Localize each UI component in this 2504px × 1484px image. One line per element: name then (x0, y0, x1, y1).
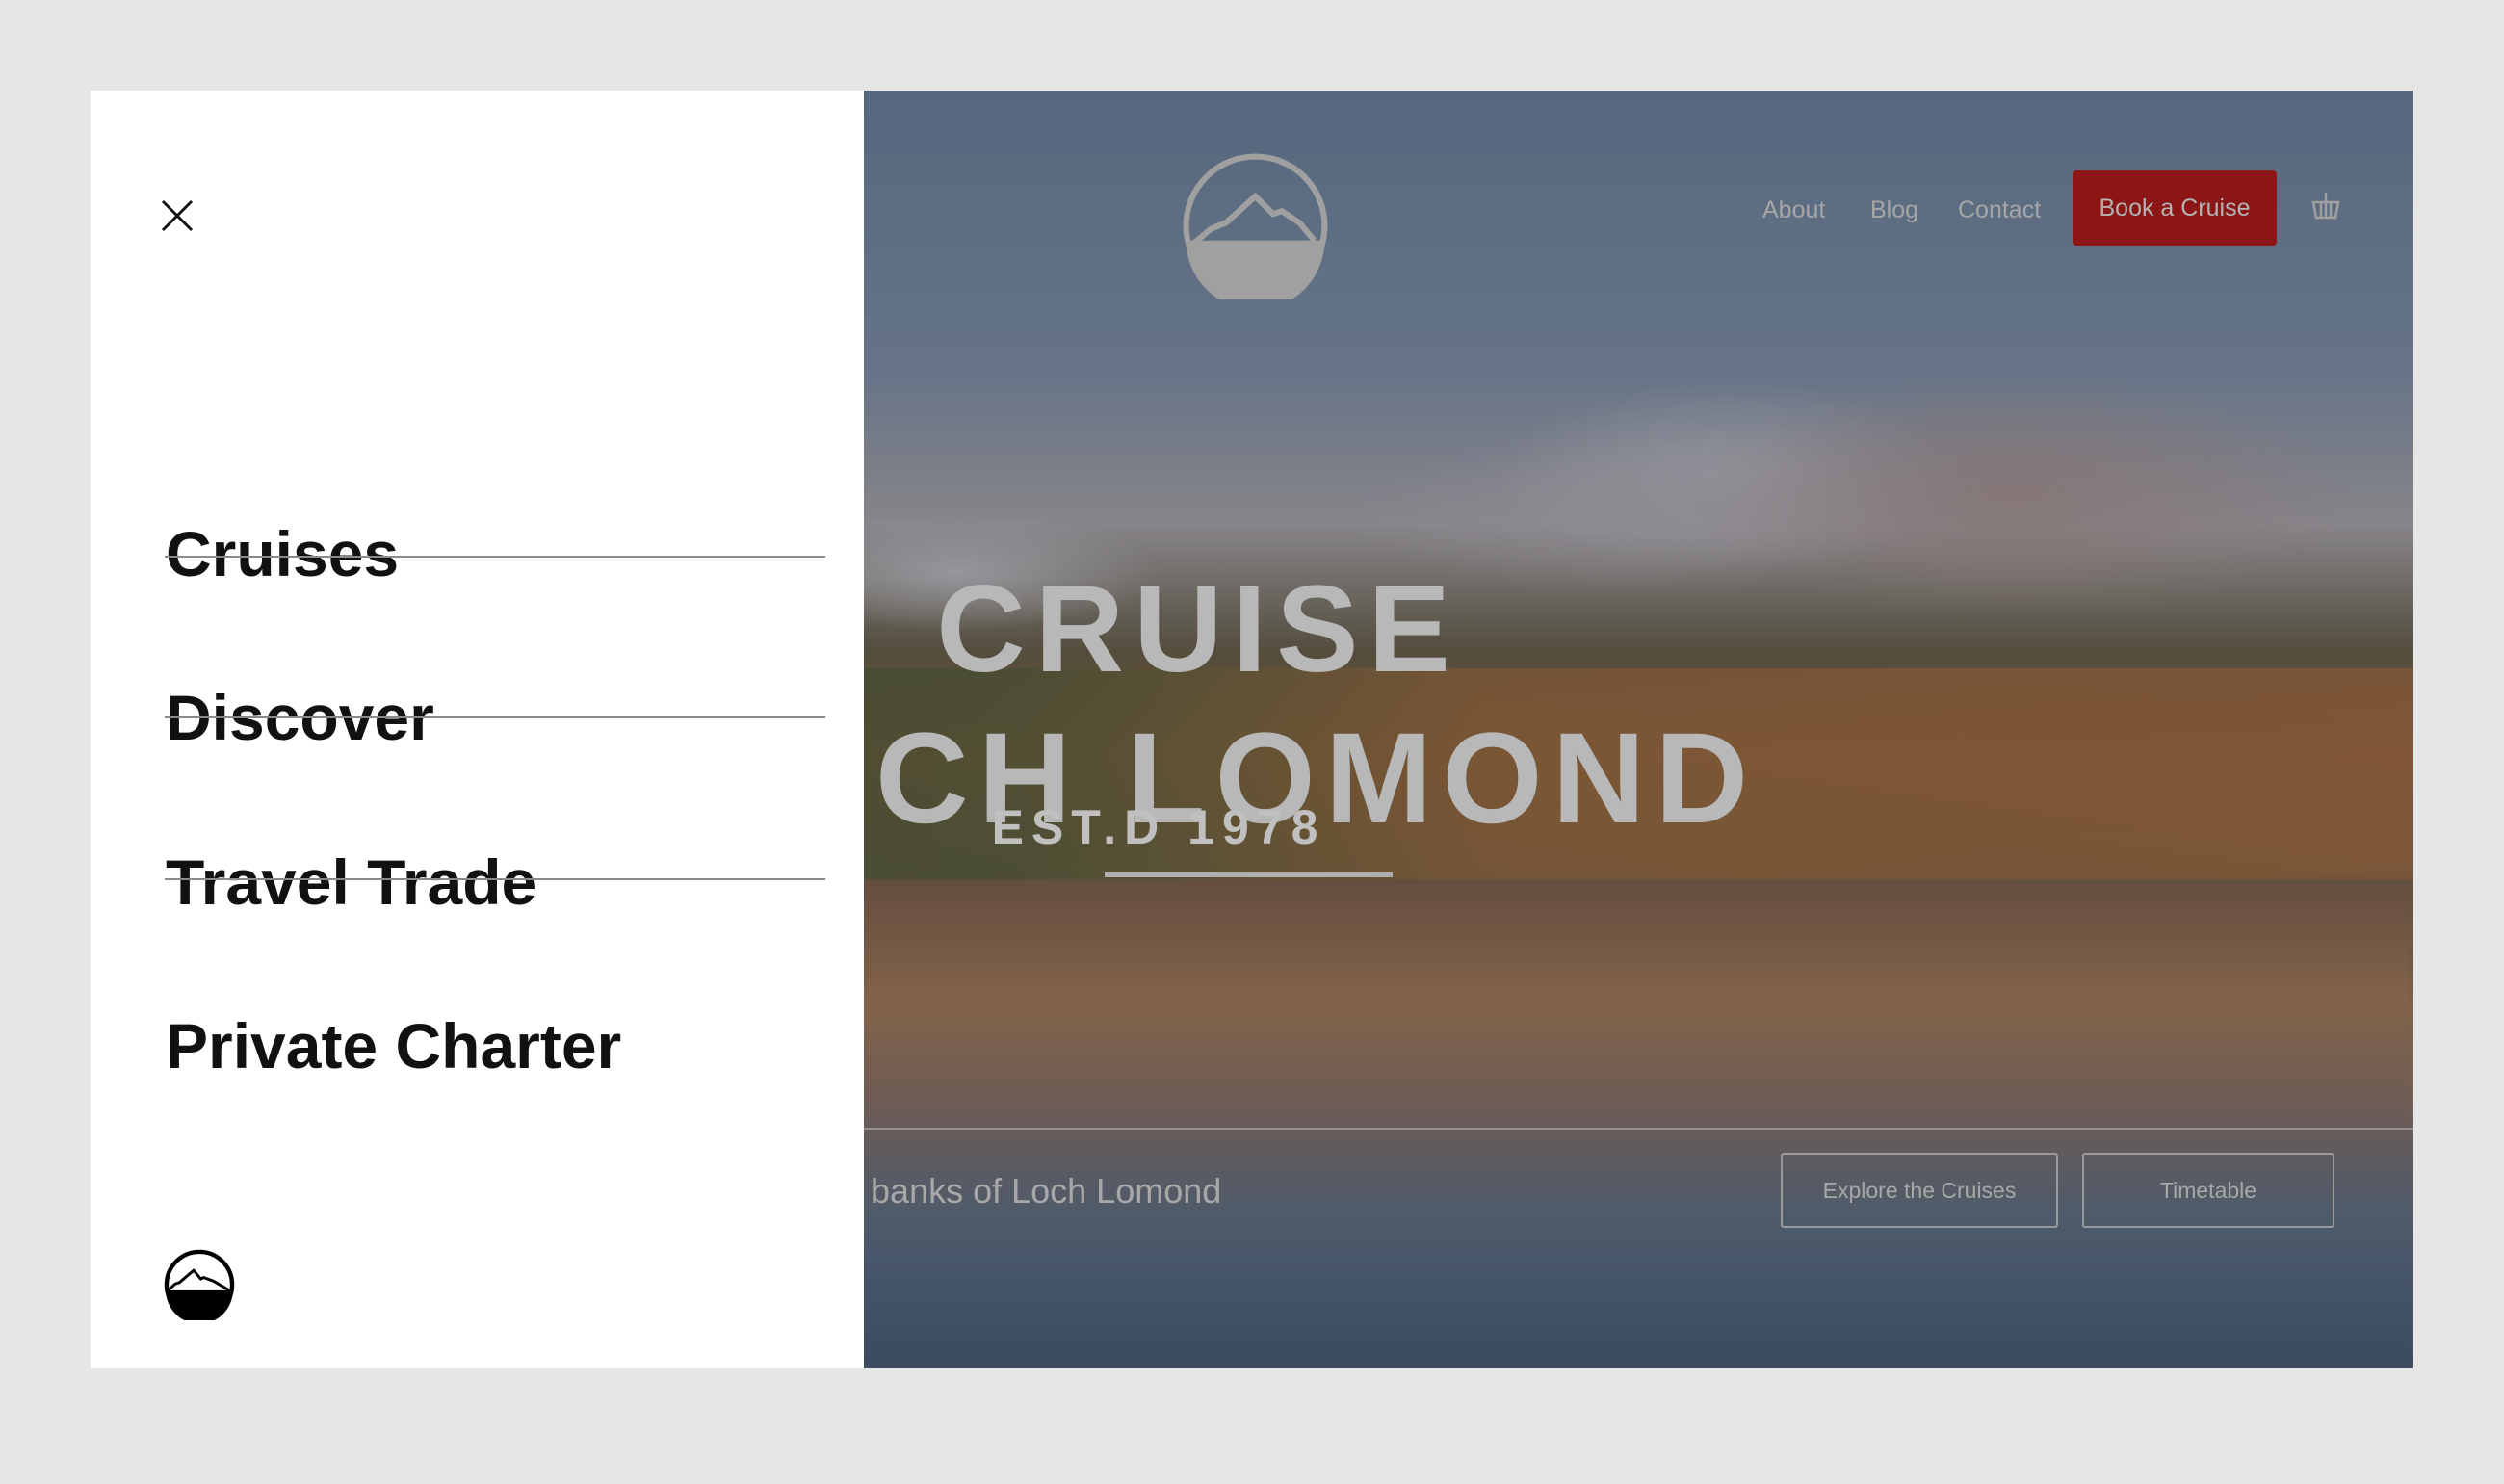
nav-about[interactable]: About (1762, 196, 1825, 224)
menu-item-travel-trade[interactable]: Travel Trade (166, 850, 536, 914)
menu-item-cruises[interactable]: Cruises (166, 522, 399, 586)
menu-item-private-charter[interactable]: Private Charter (166, 1014, 621, 1078)
explore-cruises-button[interactable]: Explore the Cruises (1781, 1153, 2058, 1228)
app-window: About Blog Contact Book a Cruise CRUISE … (91, 91, 2413, 1368)
basket-icon[interactable] (2310, 187, 2341, 225)
hero-tagline: e banks of Loch Lomond (842, 1171, 1222, 1211)
menu-divider (165, 716, 825, 718)
close-icon[interactable] (160, 198, 195, 233)
book-cruise-button[interactable]: Book a Cruise (2073, 170, 2277, 246)
nav-contact[interactable]: Contact (1958, 196, 2041, 224)
established-underline (1105, 872, 1393, 877)
menu-divider (165, 556, 825, 558)
mountain-logo-icon[interactable] (164, 1249, 235, 1320)
mountain-logo-icon[interactable] (1182, 152, 1329, 299)
nav-blog[interactable]: Blog (1870, 196, 1918, 224)
side-menu-panel: Cruises Discover Travel Trade Private Ch… (91, 91, 864, 1368)
timetable-button[interactable]: Timetable (2082, 1153, 2334, 1228)
menu-divider (165, 878, 825, 880)
